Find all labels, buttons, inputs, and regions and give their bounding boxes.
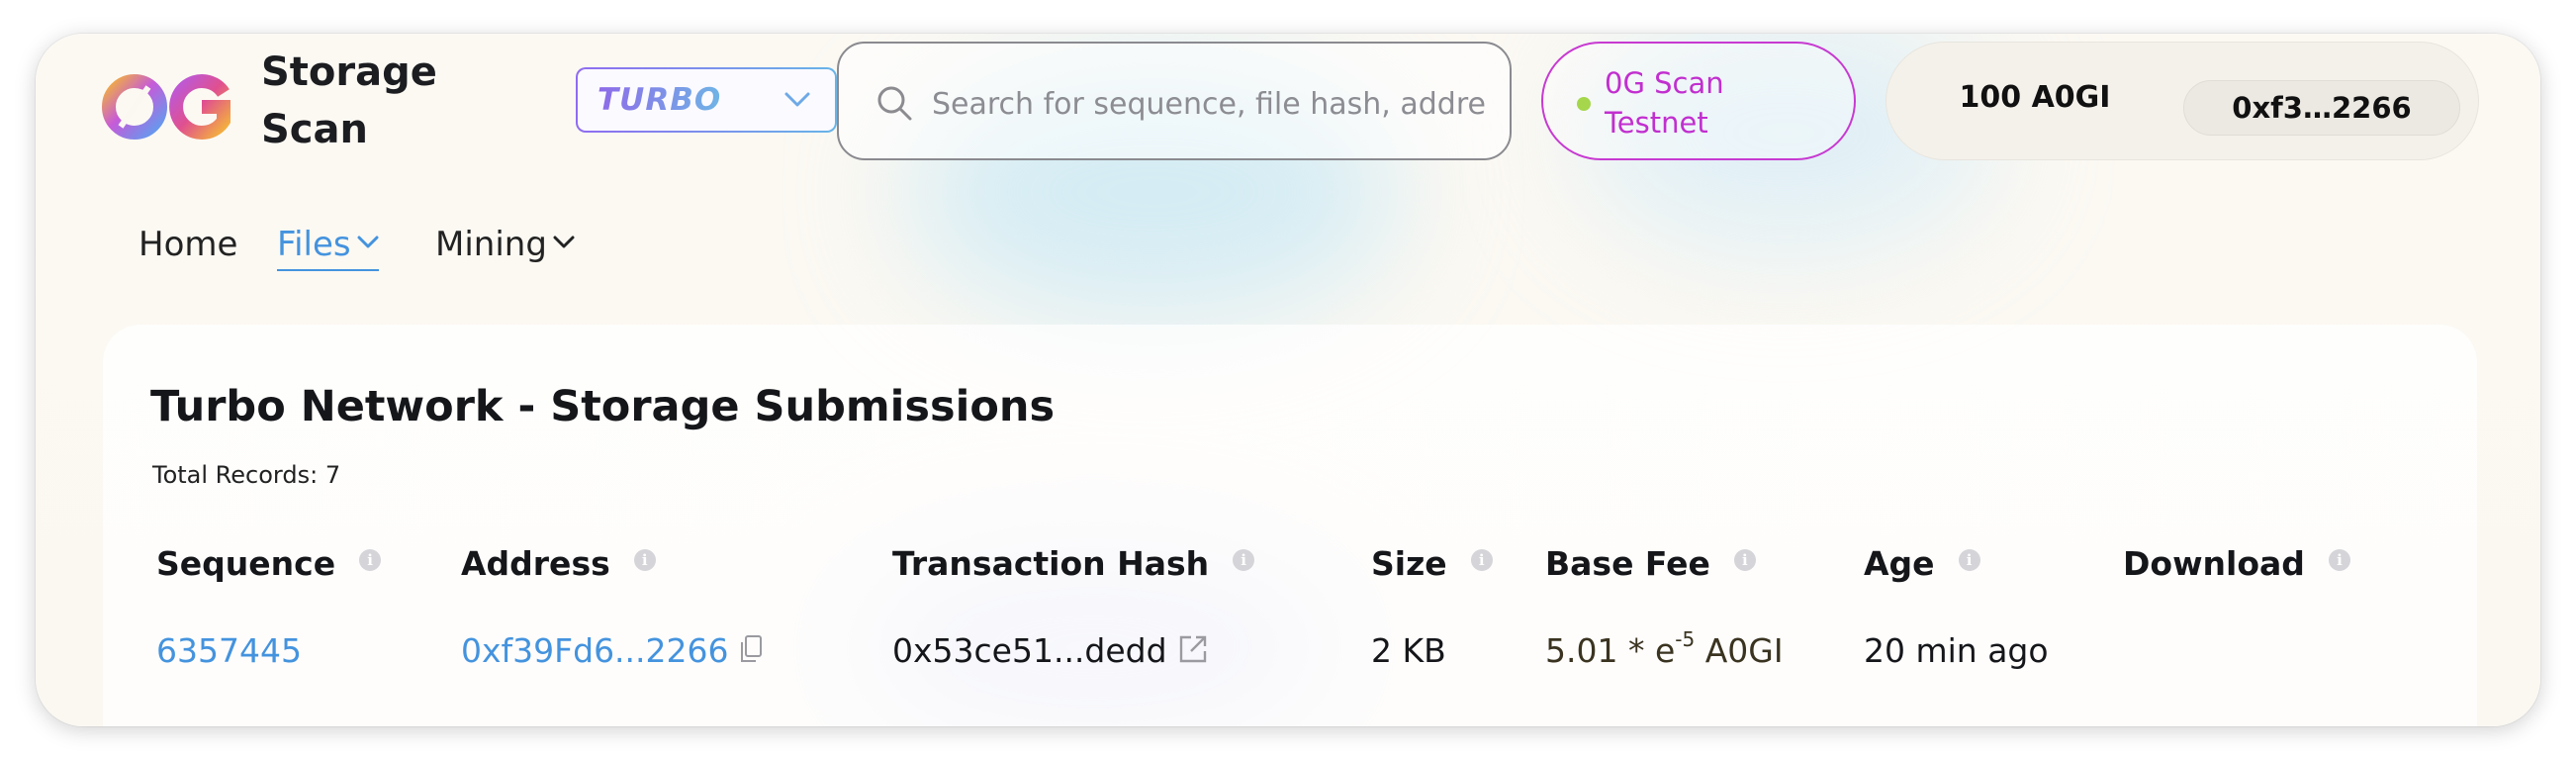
- base-fee-value: 5.01 * e-5 A0GI: [1545, 627, 1784, 670]
- network-status-pill[interactable]: 0G Scan Testnet: [1541, 42, 1856, 160]
- column-header-label: Size: [1371, 544, 1447, 583]
- nav-item-files[interactable]: Files: [277, 220, 379, 271]
- age-value: 20 min ago: [1864, 631, 2049, 670]
- column-header-label: Age: [1864, 544, 1935, 583]
- column-header-size: Size i: [1371, 544, 1493, 583]
- info-icon[interactable]: i: [2328, 549, 2350, 571]
- brand-title-line2: Scan: [261, 107, 368, 152]
- column-header-transaction-hash: Transaction Hash i: [892, 544, 1255, 583]
- base-fee-mantissa: 5.01 * e: [1545, 631, 1676, 670]
- nav-item-label: Mining: [435, 225, 547, 264]
- column-header-label: Transaction Hash: [892, 544, 1210, 583]
- external-link-icon[interactable]: [1177, 633, 1209, 665]
- status-dot: [1577, 97, 1591, 111]
- search-input[interactable]: [930, 73, 1488, 135]
- tx-hash-value: 0x53ce51...dedd: [892, 631, 1167, 670]
- column-header-age: Age i: [1864, 544, 1980, 583]
- address-link[interactable]: 0xf39Fd6...2266: [461, 631, 729, 670]
- network-status-line2: Testnet: [1605, 106, 1708, 140]
- info-icon[interactable]: i: [1733, 549, 1756, 571]
- column-header-address: Address i: [461, 544, 656, 583]
- chevron-down-icon: [784, 92, 810, 107]
- brand-title[interactable]: Storage Scan: [261, 44, 449, 158]
- sequence-link[interactable]: 6357445: [156, 631, 302, 670]
- nav-item-label: Home: [138, 225, 238, 264]
- copy-icon[interactable]: [739, 634, 763, 664]
- info-icon[interactable]: i: [633, 549, 656, 571]
- network-select-value: TURBO: [598, 82, 722, 118]
- info-icon[interactable]: i: [359, 549, 382, 571]
- network-status-label: 0G Scan Testnet: [1605, 63, 1802, 142]
- column-header-base-fee: Base Fee i: [1545, 544, 1756, 583]
- network-select[interactable]: TURBO: [576, 67, 837, 133]
- network-status-line1: 0G Scan: [1605, 66, 1724, 100]
- info-icon[interactable]: i: [1233, 549, 1255, 571]
- wallet-balance: 100 A0GI: [1959, 80, 2111, 115]
- column-header-label: Address: [461, 544, 610, 583]
- address-cell: 0xf39Fd6...2266: [461, 631, 763, 670]
- base-fee-exponent: -5: [1675, 627, 1696, 651]
- search-icon: [877, 86, 912, 121]
- size-value: 2 KB: [1371, 631, 1446, 670]
- column-header-label: Base Fee: [1545, 544, 1710, 583]
- wallet-address-button[interactable]: 0xf3…2266: [2183, 80, 2460, 136]
- chevron-down-icon: [357, 236, 379, 247]
- info-icon[interactable]: i: [1470, 549, 1493, 571]
- wallet-widget: 100 A0GI 0xf3…2266: [1886, 42, 2479, 160]
- column-header-sequence: Sequence i: [156, 544, 382, 583]
- page-title: Turbo Network - Storage Submissions: [150, 382, 1056, 431]
- nav-item-label: Files: [277, 225, 351, 264]
- column-header-label: Sequence: [156, 544, 336, 583]
- 0g-logo-icon[interactable]: [101, 71, 233, 142]
- chevron-down-icon: [553, 236, 575, 247]
- total-records: Total Records: 7: [152, 461, 341, 489]
- column-header-download: Download i: [2123, 544, 2350, 583]
- search-box[interactable]: [837, 42, 1512, 160]
- column-header-label: Download: [2123, 544, 2305, 583]
- nav-item-home[interactable]: Home: [138, 220, 237, 269]
- base-fee-unit: A0GI: [1704, 631, 1784, 670]
- submissions-card: Turbo Network - Storage Submissions Tota…: [103, 325, 2477, 726]
- nav-item-mining[interactable]: Mining: [435, 220, 575, 269]
- app-window: Storage Scan TURBO 0G Scan Testnet 100 A…: [36, 34, 2540, 726]
- brand-title-line1: Storage: [261, 49, 437, 95]
- info-icon[interactable]: i: [1958, 549, 1980, 571]
- tx-hash-cell: 0x53ce51...dedd: [892, 631, 1209, 670]
